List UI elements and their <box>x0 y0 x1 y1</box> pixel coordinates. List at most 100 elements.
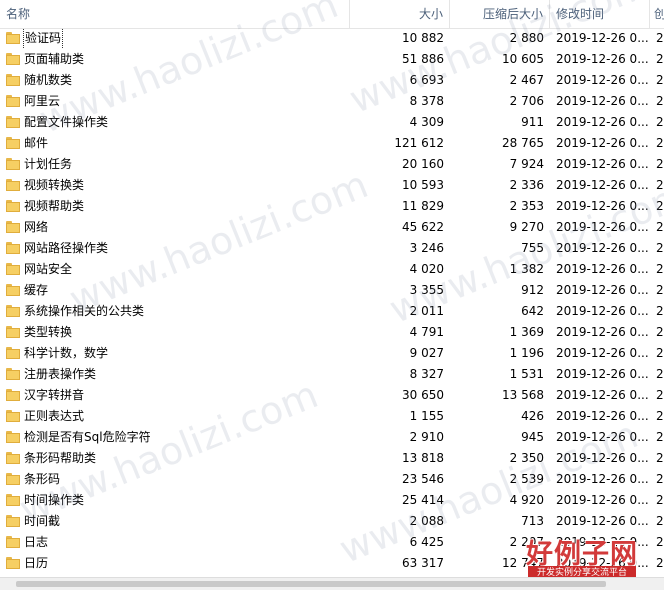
file-created: 20 <box>656 94 664 108</box>
file-created: 20 <box>656 136 664 150</box>
column-header-modified[interactable]: 修改时间 <box>550 0 650 28</box>
file-row[interactable]: 网络 45 622 9 270 2019-12-26 0... 20 <box>0 217 664 238</box>
scrollbar-thumb[interactable] <box>16 581 606 587</box>
file-row[interactable]: 注册表操作类 8 327 1 531 2019-12-26 0... 20 <box>0 364 664 385</box>
file-modified: 2019-12-26 0... <box>556 409 648 423</box>
file-size: 30 650 <box>402 388 444 402</box>
file-row[interactable]: 科学计数，数学 9 027 1 196 2019-12-26 0... 20 <box>0 343 664 364</box>
file-modified: 2019-12-26 0... <box>556 367 648 381</box>
file-name-cell: 条形码帮助类 <box>6 448 346 469</box>
file-row[interactable]: 日志 6 425 2 207 2019-12-26 0... 20 <box>0 532 664 553</box>
file-size: 3 355 <box>409 283 444 297</box>
file-name-cell: 时间截 <box>6 511 346 532</box>
folder-icon <box>6 137 20 149</box>
file-row[interactable]: 网站安全 4 020 1 382 2019-12-26 0... 20 <box>0 259 664 280</box>
file-row[interactable]: 计划任务 20 160 7 924 2019-12-26 0... 20 <box>0 154 664 175</box>
file-name-cell: 邮件 <box>6 133 346 154</box>
file-row[interactable]: 时间截 2 088 713 2019-12-26 0... 20 <box>0 511 664 532</box>
file-row[interactable]: 类型转换 4 791 1 369 2019-12-26 0... 20 <box>0 322 664 343</box>
folder-icon <box>6 305 20 317</box>
file-name: 正则表达式 <box>24 409 85 423</box>
file-compressed-size: 2 350 <box>509 451 544 465</box>
file-compressed-size: 945 <box>521 430 544 444</box>
file-compressed-size: 2 706 <box>509 94 544 108</box>
file-name-cell: 注册表操作类 <box>6 364 346 385</box>
file-compressed-size: 2 207 <box>509 535 544 549</box>
column-header-size[interactable]: 大小 <box>350 0 450 28</box>
file-name: 页面辅助类 <box>24 52 85 66</box>
file-row[interactable]: 检测是否有Sql危险字符 2 910 945 2019-12-26 0... 20 <box>0 427 664 448</box>
file-compressed-size: 2 539 <box>509 472 544 486</box>
file-row[interactable]: 网站路径操作类 3 246 755 2019-12-26 0... 20 <box>0 238 664 259</box>
file-row[interactable]: 视频转换类 10 593 2 336 2019-12-26 0... 20 <box>0 175 664 196</box>
file-modified: 2019-12-26 0... <box>556 220 648 234</box>
file-compressed-size: 911 <box>521 115 544 129</box>
file-created: 20 <box>656 388 664 402</box>
file-name: 日历 <box>24 556 49 570</box>
file-compressed-size: 10 605 <box>502 52 544 66</box>
file-created: 20 <box>656 493 664 507</box>
file-row[interactable]: 汉字转拼音 30 650 13 568 2019-12-26 0... 20 <box>0 385 664 406</box>
folder-icon <box>6 452 20 464</box>
file-size: 9 027 <box>409 346 444 360</box>
folder-icon <box>6 242 20 254</box>
file-row[interactable]: 正则表达式 1 155 426 2019-12-26 0... 20 <box>0 406 664 427</box>
file-row[interactable]: 系统操作相关的公共类 2 011 642 2019-12-26 0... 20 <box>0 301 664 322</box>
file-name: 系统操作相关的公共类 <box>24 304 145 318</box>
file-row[interactable]: 日历 63 317 12 747 2019-12-26 0... 20 <box>0 553 664 574</box>
file-modified: 2019-12-26 0... <box>556 514 648 528</box>
column-header-name[interactable]: 名称 <box>0 0 350 28</box>
file-modified: 2019-12-26 0... <box>556 241 648 255</box>
file-size: 2 088 <box>409 514 444 528</box>
file-compressed-size: 713 <box>521 514 544 528</box>
file-row[interactable]: 随机数类 6 693 2 467 2019-12-26 0... 20 <box>0 70 664 91</box>
column-header-compressed-size[interactable]: 压缩后大小 <box>450 0 550 28</box>
file-row[interactable]: 阿里云 8 378 2 706 2019-12-26 0... 20 <box>0 91 664 112</box>
folder-icon <box>6 536 20 548</box>
file-modified: 2019-12-26 0... <box>556 31 648 45</box>
file-row[interactable]: 配置文件操作类 4 309 911 2019-12-26 0... 20 <box>0 112 664 133</box>
file-modified: 2019-12-26 0... <box>556 472 648 486</box>
file-size: 45 622 <box>402 220 444 234</box>
file-row[interactable]: 验证码 10 882 2 880 2019-12-26 0... 20 <box>0 28 664 49</box>
file-created: 20 <box>656 430 664 444</box>
file-modified: 2019-12-26 0... <box>556 556 648 570</box>
file-compressed-size: 2 880 <box>509 31 544 45</box>
file-modified: 2019-12-26 0... <box>556 262 648 276</box>
file-row[interactable]: 条形码 23 546 2 539 2019-12-26 0... 20 <box>0 469 664 490</box>
column-header-created[interactable]: 创 <box>650 0 664 28</box>
file-row[interactable]: 邮件 121 612 28 765 2019-12-26 0... 20 <box>0 133 664 154</box>
file-name-cell: 类型转换 <box>6 322 346 343</box>
file-created: 20 <box>656 556 664 570</box>
file-row[interactable]: 缓存 3 355 912 2019-12-26 0... 20 <box>0 280 664 301</box>
file-row[interactable]: 时间操作类 25 414 4 920 2019-12-26 0... 20 <box>0 490 664 511</box>
horizontal-scrollbar[interactable] <box>0 577 664 590</box>
file-name-cell: 条形码 <box>6 469 346 490</box>
file-modified: 2019-12-26 0... <box>556 325 648 339</box>
folder-icon <box>6 410 20 422</box>
file-name-cell: 缓存 <box>6 280 346 301</box>
file-created: 20 <box>656 115 664 129</box>
file-name-cell: 验证码 <box>6 28 346 49</box>
file-size: 20 160 <box>402 157 444 171</box>
file-list: 验证码 10 882 2 880 2019-12-26 0... 20 页面辅助类 51 8… <box>0 28 664 574</box>
folder-icon <box>6 347 20 359</box>
file-row[interactable]: 页面辅助类 51 886 10 605 2019-12-26 0... 20 <box>0 49 664 70</box>
file-name: 汉字转拼音 <box>24 388 85 402</box>
file-created: 20 <box>656 325 664 339</box>
file-compressed-size: 1 369 <box>509 325 544 339</box>
file-row[interactable]: 视频帮助类 11 829 2 353 2019-12-26 0... 20 <box>0 196 664 217</box>
file-row[interactable]: 条形码帮助类 13 818 2 350 2019-12-26 0... 20 <box>0 448 664 469</box>
column-header-bar: 名称 大小 压缩后大小 修改时间 创 <box>0 0 664 29</box>
file-compressed-size: 4 920 <box>509 493 544 507</box>
folder-icon <box>6 53 20 65</box>
file-modified: 2019-12-26 0... <box>556 388 648 402</box>
file-name: 条形码 <box>24 472 61 486</box>
file-name: 日志 <box>24 535 49 549</box>
file-name-cell: 日历 <box>6 553 346 574</box>
file-size: 8 378 <box>409 94 444 108</box>
file-compressed-size: 1 382 <box>509 262 544 276</box>
file-name: 计划任务 <box>24 157 73 171</box>
file-name: 网络 <box>24 220 49 234</box>
file-created: 20 <box>656 178 664 192</box>
